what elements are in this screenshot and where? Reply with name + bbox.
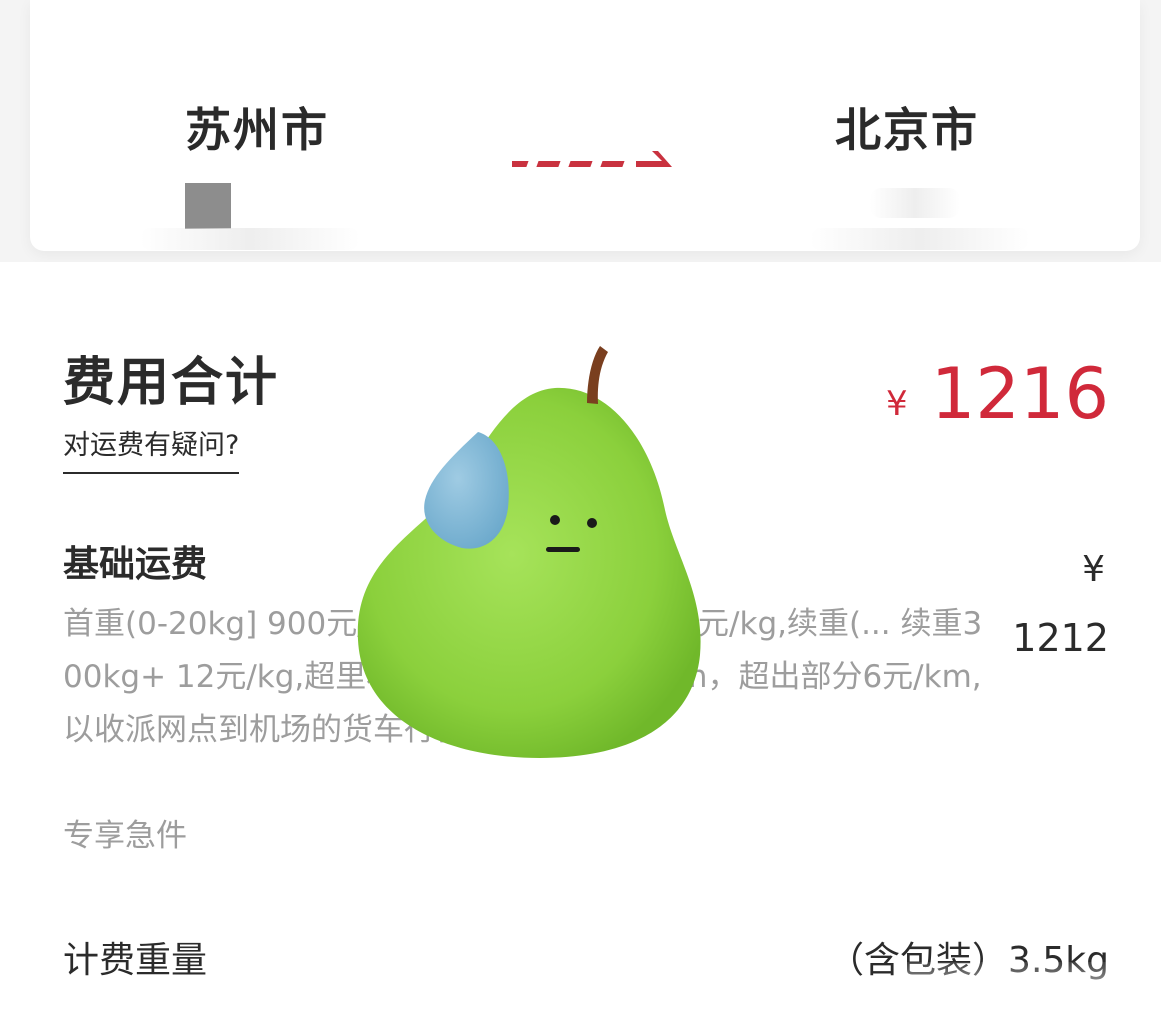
bottom-fade (900, 962, 1161, 1009)
base-fee-tag: 专享急件 (63, 818, 187, 854)
fee-total-title: 费用合计 (63, 353, 280, 413)
pear-eye-left (550, 515, 560, 525)
base-fee-amount: 1212 (1012, 616, 1109, 660)
sweat-drop (424, 432, 509, 549)
base-fee-currency: ¥ (1082, 549, 1105, 590)
fee-question-link[interactable]: 对运费有疑问? (63, 428, 240, 474)
destination-address-blur (870, 188, 960, 218)
pear-eye-right (587, 518, 597, 528)
fee-total-amount: 1216 (930, 353, 1109, 435)
origin-city: 苏州市 (185, 103, 329, 157)
origin-address-redaction (185, 183, 231, 229)
origin-address-blur (140, 228, 360, 250)
pear-stem (587, 346, 608, 404)
billing-weight-label: 计费重量 (63, 940, 208, 981)
pear-mouth (546, 547, 580, 552)
dashed-arrow-right-icon (512, 151, 672, 167)
fee-total-currency: ¥ (886, 384, 908, 424)
destination-address-blur-2 (810, 228, 1030, 250)
destination-city: 北京市 (835, 103, 979, 157)
route-card: 苏州市 北京市 (30, 0, 1140, 251)
base-fee-title: 基础运费 (63, 544, 208, 585)
pear-sweat-sticker (357, 346, 701, 758)
pear-body (357, 387, 701, 758)
